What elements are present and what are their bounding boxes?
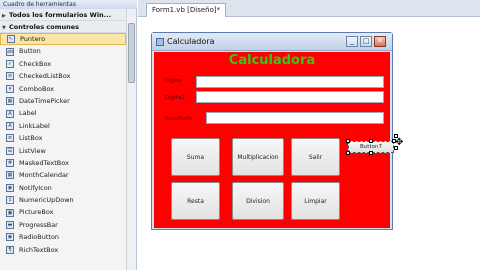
toolbox-list: ▶ Todos los formularios Win... ▼ Controles… [0, 9, 126, 270]
toolbox-item-checkbox[interactable]: ✓ CheckBox [0, 58, 126, 70]
toolbox-item-button[interactable]: ab Button [0, 45, 126, 57]
pointer-icon: ↖ [7, 35, 15, 44]
toolbox-item-notifyicon[interactable]: ◉ NotifyIcon [0, 182, 126, 194]
textbox-resultado[interactable] [206, 112, 384, 124]
button-icon: ab [6, 47, 14, 56]
toolbox-item-linklabel[interactable]: A LinkLabel [0, 120, 126, 132]
toolbox-item-label: ListBox [19, 134, 43, 143]
toolbox-item-label: LinkLabel [19, 121, 50, 130]
toolbox-item-label: MonthCalendar [19, 171, 69, 180]
toolbox-item-checkedlistbox[interactable]: ≡ CheckedListBox [0, 70, 126, 82]
textbox-digite[interactable] [196, 76, 384, 88]
label-icon: A [6, 109, 14, 118]
multiplicacion-button[interactable]: Multiplicacion [232, 138, 284, 176]
toolbox-item-datetimepicker[interactable]: ▦ DateTimePicker [0, 95, 126, 107]
toolbox-item-picturebox[interactable]: ▣ PictureBox [0, 206, 126, 218]
toolbox-scrollbar[interactable] [126, 9, 136, 270]
maskedtextbox-icon: # [6, 159, 14, 168]
toolbox-item-radiobutton[interactable]: ◉ RadioButton [0, 231, 126, 243]
toolbox-item-progressbar[interactable]: ▬ ProgressBar [0, 219, 126, 231]
resize-handle[interactable] [369, 139, 373, 143]
form-app-icon [156, 38, 164, 46]
listbox-icon: ≡ [6, 134, 14, 143]
datetimepicker-icon: ▦ [6, 97, 14, 106]
numericupdown-icon: ↕ [6, 196, 14, 205]
toolbox-section-common[interactable]: ▼ Controles comunes [0, 21, 126, 33]
toolbox-item-label: NotifyIcon [19, 183, 52, 192]
toolbox-item-label: MaskedTextBox [19, 158, 69, 167]
toolbox-item-numericupdown[interactable]: ↕ NumericUpDown [0, 194, 126, 206]
toolbox-section-common-label: Controles comunes [9, 23, 80, 31]
toolbox-scroll-thumb[interactable] [128, 23, 135, 83]
minimize-button[interactable]: _ [346, 36, 358, 47]
toolbox-item-richtextbox[interactable]: ¶ RichTextBox [0, 244, 126, 256]
toolbox-item-label[interactable]: A Label [0, 107, 126, 119]
limpiar-button[interactable]: Limpiar [291, 182, 340, 220]
division-button[interactable]: Division [232, 182, 284, 220]
toolbox-item-puntero[interactable]: ↖ Puntero [0, 33, 126, 46]
progressbar-icon: ▬ [6, 221, 14, 230]
checkbox-icon: ✓ [6, 59, 14, 68]
toolbox-section-all[interactable]: ▶ Todos los formularios Win... [0, 9, 126, 21]
form-client-area[interactable]: Calculadora Digite Digite2 Resultado Sum… [154, 52, 396, 228]
resize-handle[interactable] [369, 151, 373, 155]
toolbox-panel: Cuadro de herramientas ▶ Todos los formul… [0, 0, 137, 270]
toolbox-item-label: DateTimePicker [19, 96, 70, 105]
toolbox-item-label: CheckBox [19, 59, 52, 68]
label-resultado[interactable]: Resultado [165, 115, 192, 123]
toolbox-item-combobox[interactable]: ▾ ComboBox [0, 83, 126, 95]
maximize-button[interactable]: □ [360, 36, 372, 47]
toolbox-item-monthcalendar[interactable]: ▦ MonthCalendar [0, 169, 126, 181]
listview-icon: ☰ [6, 146, 14, 155]
resta-button[interactable]: Resta [171, 182, 220, 220]
toolbox-item-label: RadioButton [19, 233, 60, 242]
monthcalendar-icon: ▦ [6, 171, 14, 180]
toolbox-item-label: Label [19, 109, 37, 118]
toolbox-item-label: Puntero [20, 35, 46, 43]
toolbox-section-all-label: Todos los formularios Win... [9, 11, 112, 19]
form-title: Calculadora [167, 37, 215, 46]
toolbox-item-listview[interactable]: ☰ ListView [0, 145, 126, 157]
form-titlebar[interactable]: Calculadora _ □ ✕ [152, 33, 392, 51]
radiobutton-icon: ◉ [6, 233, 14, 242]
salir-button[interactable]: Salir [291, 138, 340, 176]
suma-button[interactable]: Suma [171, 138, 220, 176]
toolbox-item-label: ComboBox [19, 84, 55, 93]
checkedlistbox-icon: ≡ [6, 72, 14, 81]
ide-window: Cuadro de herramientas ▶ Todos los formul… [0, 0, 480, 270]
document-tab-bar: Form1.vb [Diseño]* [138, 0, 480, 17]
toolbox-item-label: ProgressBar [19, 220, 58, 229]
toolbox-title: Cuadro de herramientas [0, 0, 137, 9]
toolbox-item-label: ListView [19, 146, 46, 155]
linklabel-icon: A [6, 121, 14, 130]
combobox-icon: ▾ [6, 84, 14, 93]
toolbox-item-label: NumericUpDown [19, 196, 74, 205]
toolbox-item-label: Button [19, 47, 41, 56]
textbox-digite2[interactable] [196, 91, 384, 103]
label-digite2[interactable]: Digite2 [165, 94, 185, 102]
expand-arrow-icon: ▶ [2, 13, 6, 19]
notifyicon-icon: ◉ [6, 183, 14, 192]
close-button[interactable]: ✕ [374, 36, 386, 47]
move-cursor-icon: ✥ [395, 137, 404, 148]
resize-handle[interactable] [346, 151, 350, 155]
toolbox-item-maskedtextbox[interactable]: # MaskedTextBox [0, 157, 126, 169]
calculator-heading[interactable]: Calculadora [154, 52, 390, 69]
tab-form1-design[interactable]: Form1.vb [Diseño]* [146, 3, 227, 17]
richtextbox-icon: ¶ [6, 245, 14, 254]
toolbox-item-label: CheckedListBox [19, 72, 71, 81]
toolbox-item-label: PictureBox [19, 208, 54, 217]
resize-handle[interactable] [346, 139, 350, 143]
picturebox-icon: ▣ [6, 208, 14, 217]
toolbox-item-label: RichTextBox [19, 245, 59, 254]
form-window[interactable]: Calculadora _ □ ✕ Calculadora Digite Dig… [151, 32, 396, 230]
label-digite[interactable]: Digite [165, 77, 181, 85]
toolbox-item-listbox[interactable]: ≡ ListBox [0, 132, 126, 144]
collapse-arrow-icon: ▼ [2, 25, 6, 31]
